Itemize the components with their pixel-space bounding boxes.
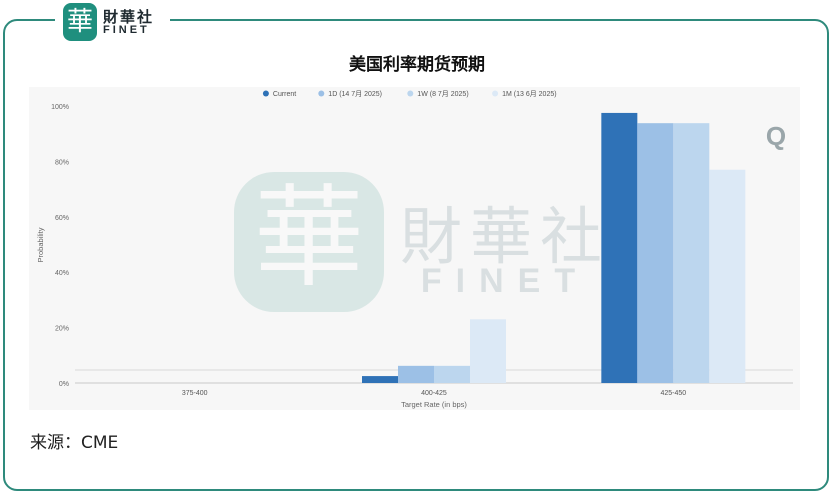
y-tick-label: 0% xyxy=(59,381,69,388)
legend-item[interactable]: 1D (14 7月 2025) xyxy=(318,90,382,98)
legend-label: 1D (14 7月 2025) xyxy=(328,90,382,98)
x-axis-label: Target Rate (in bps) xyxy=(401,400,467,409)
legend-item[interactable]: 1M (13 6月 2025) xyxy=(492,90,557,98)
legend-marker xyxy=(407,90,414,97)
bar-400-425-series-1 xyxy=(398,365,434,383)
legend-marker xyxy=(492,90,499,97)
bar-chart: 華 財華社 FINET Q 0% 20% 40% 60% 80% 100% Probabil… xyxy=(36,90,793,409)
y-tick-label: 80% xyxy=(55,159,69,166)
watermark-logo-char: 華 xyxy=(254,174,364,302)
bar-400-425-series-2 xyxy=(434,365,470,383)
q-mark-icon: Q xyxy=(766,121,786,151)
legend-marker xyxy=(318,90,325,97)
legend-item[interactable]: Current xyxy=(262,90,296,99)
bar-400-425-series-0 xyxy=(362,376,398,383)
y-tick-label: 60% xyxy=(55,215,69,222)
x-tick-label: 375-400 xyxy=(182,390,208,397)
x-tick-label: 400-425 xyxy=(421,390,447,397)
legend: Current 1D (14 7月 2025) 1W (8 7月 2025) 1M (… xyxy=(262,90,557,99)
legend-marker xyxy=(262,90,269,97)
bar-400-425-series-3 xyxy=(470,319,506,383)
bar-425-450-series-3 xyxy=(709,169,746,383)
legend-label: 1W (8 7月 2025) xyxy=(417,90,468,98)
y-tick-label: 40% xyxy=(55,270,69,277)
legend-item[interactable]: 1W (8 7月 2025) xyxy=(407,90,469,98)
legend-label: Current xyxy=(273,91,296,98)
bar-425-450-series-1 xyxy=(637,123,674,383)
y-axis-label: Probability xyxy=(36,227,45,262)
watermark: 華 財華社 FINET xyxy=(234,172,602,312)
watermark-name-en: FINET xyxy=(421,262,589,300)
x-tick-label: 425-450 xyxy=(660,390,686,397)
y-tick-label: 100% xyxy=(51,104,69,111)
legend-label: 1M (13 6月 2025) xyxy=(502,90,556,98)
y-tick-label: 20% xyxy=(55,326,69,333)
bar-425-450-series-2 xyxy=(673,123,710,383)
source-note: 来源：CME xyxy=(30,433,119,453)
bar-425-450-series-0 xyxy=(601,112,638,384)
